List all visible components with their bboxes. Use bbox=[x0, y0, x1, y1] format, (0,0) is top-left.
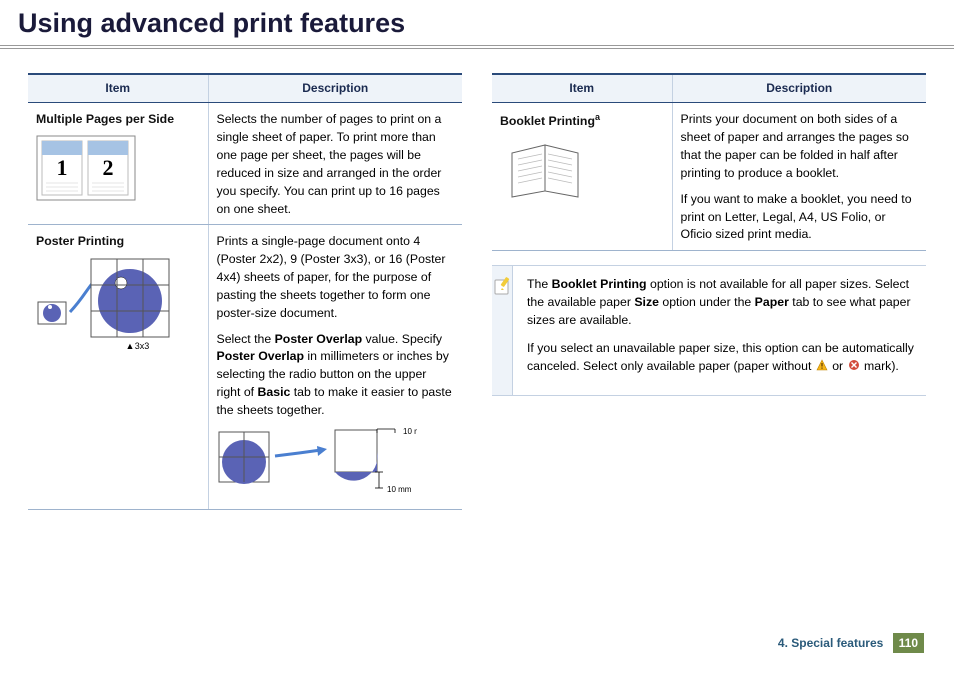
breadcrumb: 4. Special features bbox=[778, 636, 883, 650]
col-header-desc: Description bbox=[208, 74, 462, 103]
desc-text: Prints your document on both sides of a … bbox=[681, 111, 917, 182]
svg-text:2: 2 bbox=[103, 155, 114, 180]
page-footer: 4. Special features 110 bbox=[778, 633, 924, 653]
note-box: The Booklet Printing option is not avail… bbox=[492, 265, 926, 396]
booklet-illustration bbox=[500, 137, 662, 209]
item-name: Booklet Printing bbox=[500, 114, 595, 128]
svg-text:▲: ▲ bbox=[126, 341, 135, 351]
col-header-item: Item bbox=[492, 74, 672, 103]
item-name: Poster Printing bbox=[36, 234, 124, 248]
left-table: Item Description Multiple Pages per Side bbox=[28, 73, 462, 510]
desc-text: Select the Poster Overlap value. Specify… bbox=[217, 331, 453, 420]
right-table: Item Description Booklet Printinga bbox=[492, 73, 926, 251]
svg-text:1: 1 bbox=[57, 155, 68, 180]
page-title: Using advanced print features bbox=[0, 0, 954, 49]
table-row: Poster Printing bbox=[28, 225, 462, 510]
svg-text:3x3: 3x3 bbox=[135, 341, 150, 351]
note-text: If you select an unavailable paper size,… bbox=[527, 340, 914, 376]
right-column: Item Description Booklet Printinga bbox=[492, 73, 926, 510]
item-desc: Prints a single-page document onto 4 (Po… bbox=[208, 225, 462, 510]
note-text: The Booklet Printing option is not avail… bbox=[527, 276, 914, 329]
left-column: Item Description Multiple Pages per Side bbox=[28, 73, 462, 510]
item-desc: Prints your document on both sides of a … bbox=[672, 103, 926, 251]
svg-text:10 mm: 10 mm bbox=[403, 428, 417, 436]
table-row: Booklet Printinga bbox=[492, 103, 926, 251]
multiple-pages-illustration: 1 2 bbox=[36, 135, 198, 207]
error-icon bbox=[848, 359, 860, 371]
desc-text: Selects the number of pages to print on … bbox=[217, 111, 453, 218]
item-name: Multiple Pages per Side bbox=[36, 112, 174, 126]
col-header-item: Item bbox=[28, 74, 208, 103]
note-icon bbox=[492, 276, 512, 296]
desc-text: Prints a single-page document onto 4 (Po… bbox=[217, 233, 453, 322]
col-header-desc: Description bbox=[672, 74, 926, 103]
svg-text:10 mm: 10 mm bbox=[387, 485, 412, 494]
item-desc: Selects the number of pages to print on … bbox=[208, 103, 462, 225]
poster-printing-illustration: ▲ 3x3 bbox=[36, 257, 198, 358]
warning-icon bbox=[816, 359, 828, 371]
page-number: 110 bbox=[893, 633, 924, 653]
desc-text: If you want to make a booklet, you need … bbox=[681, 191, 917, 244]
content-columns: Item Description Multiple Pages per Side bbox=[0, 49, 954, 510]
footnote-mark: a bbox=[595, 112, 600, 122]
poster-overlap-illustration: 10 mm 10 mm bbox=[217, 428, 453, 504]
table-row: Multiple Pages per Side 1 bbox=[28, 103, 462, 225]
